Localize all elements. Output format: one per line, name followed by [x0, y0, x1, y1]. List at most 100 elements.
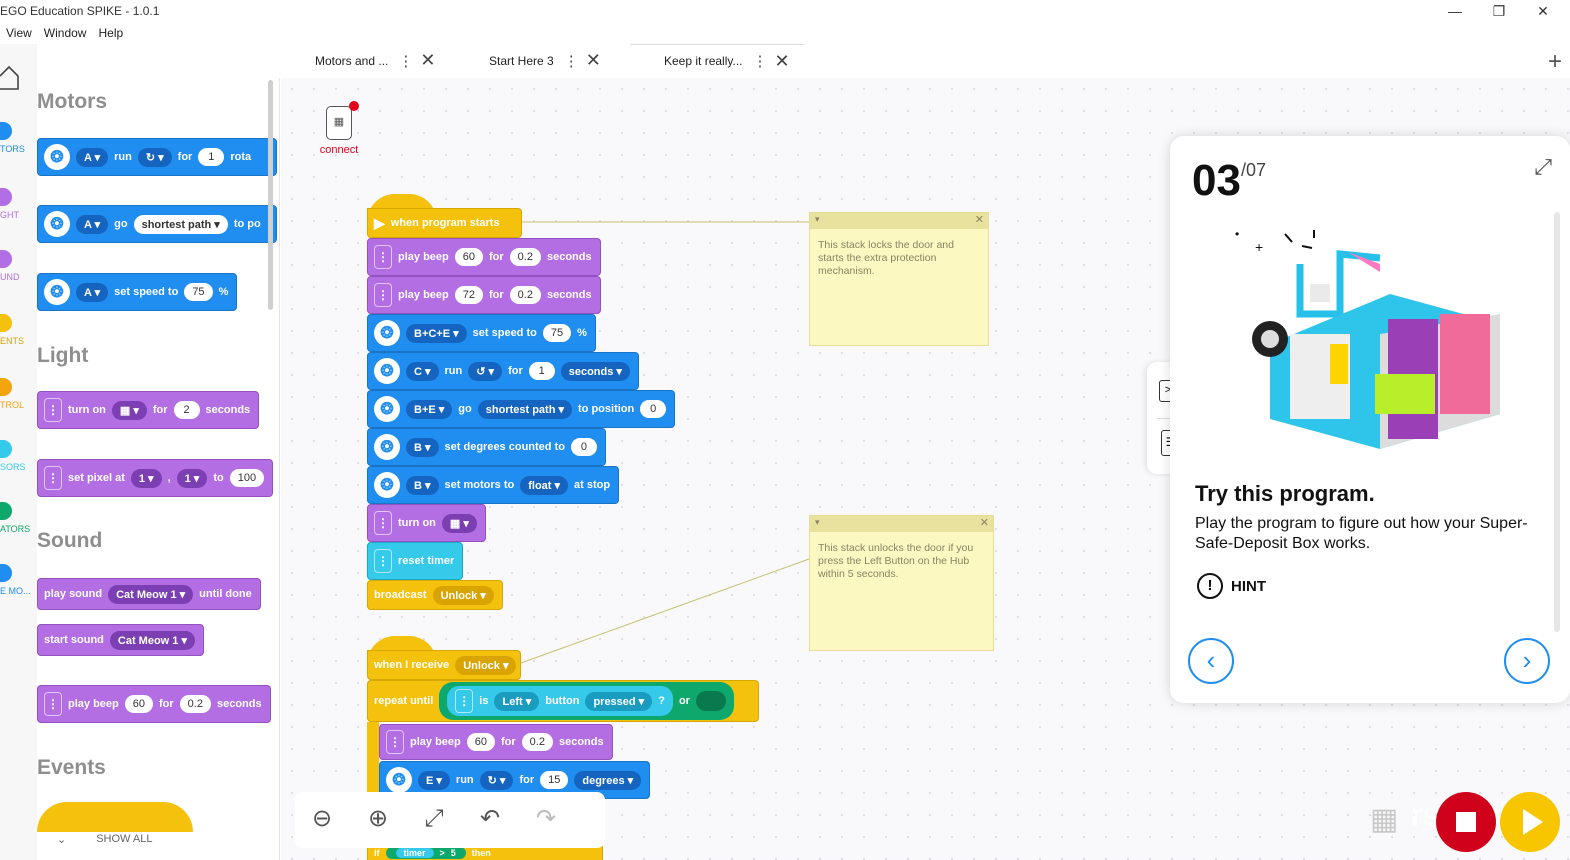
- hint-button[interactable]: ! HINT: [1197, 573, 1266, 599]
- category-sensors[interactable]: SORS: [0, 440, 37, 472]
- more-icon[interactable]: ⋮: [564, 52, 579, 70]
- sound-dropdown[interactable]: Cat Meow 1 ▾: [108, 584, 194, 604]
- button-pressed-sensor[interactable]: ⋮ is Left ▾ button pressed ▾ ?: [447, 686, 673, 716]
- value-input[interactable]: 75: [542, 324, 572, 342]
- category-light[interactable]: GHT: [0, 188, 37, 220]
- value-input[interactable]: 0: [640, 400, 667, 418]
- palette-block-start-sound[interactable]: start sound Cat Meow 1 ▾: [37, 624, 204, 656]
- path-dropdown[interactable]: shortest path ▾: [477, 399, 573, 419]
- tab-start-here[interactable]: Start Here 3 ⋮ ✕: [489, 44, 604, 77]
- port-dropdown[interactable]: A ▾: [76, 282, 109, 302]
- state-dropdown[interactable]: pressed ▾: [585, 691, 653, 711]
- previous-page-button[interactable]: ‹: [1188, 638, 1234, 684]
- palette-block-set-pixel[interactable]: ⋮ set pixel at 1 ▾ , 1 ▾ to 100: [37, 459, 274, 497]
- comment-note[interactable]: ▾ ✕ This stack unlocks the door if you pr…: [809, 515, 994, 651]
- value-input[interactable]: 100: [229, 469, 265, 487]
- category-more-motors[interactable]: E MO...: [0, 564, 37, 596]
- redo-icon[interactable]: ↷: [529, 803, 563, 837]
- tab-keep-it-really[interactable]: Keep it really... ⋮ ✕: [630, 44, 804, 77]
- restore-button[interactable]: ❐: [1476, 0, 1522, 24]
- value-input[interactable]: 0.2: [509, 286, 541, 304]
- button-dropdown[interactable]: Left ▾: [494, 691, 540, 711]
- block-play-beep[interactable]: ⋮ play beep 60 for 0.2 seconds: [367, 238, 601, 276]
- message-dropdown[interactable]: Unlock ▾: [455, 655, 517, 675]
- greater-than-operator[interactable]: timer > 5: [385, 847, 466, 859]
- note-header[interactable]: ▾ ✕: [810, 516, 993, 532]
- value-input[interactable]: 60: [466, 733, 495, 751]
- value-input[interactable]: 15: [540, 771, 569, 789]
- hat-when-program-starts[interactable]: ▶ when program starts: [367, 208, 522, 238]
- port-dropdown[interactable]: E ▾: [418, 770, 450, 790]
- value-dropdown[interactable]: 1 ▾: [176, 468, 208, 488]
- hat-when-i-receive[interactable]: when I receive Unlock ▾: [367, 650, 521, 680]
- comment-note[interactable]: ▾ ✕ This stack locks the door and starts …: [809, 212, 989, 346]
- value-input[interactable]: 1: [528, 362, 555, 380]
- fit-screen-icon[interactable]: ⤢: [417, 803, 451, 837]
- sound-dropdown[interactable]: Cat Meow 1 ▾: [109, 630, 195, 650]
- block-motor-run[interactable]: ❂ C ▾ run ↺ ▾ for 1 seconds ▾: [367, 352, 639, 390]
- empty-condition-slot[interactable]: [695, 691, 726, 711]
- category-sound[interactable]: UND: [0, 250, 37, 282]
- port-dropdown[interactable]: C ▾: [406, 361, 439, 381]
- note-header[interactable]: ▾ ✕: [810, 213, 988, 229]
- more-icon[interactable]: ⋮: [752, 52, 767, 70]
- direction-icon[interactable]: ↻ ▾: [137, 147, 172, 167]
- tab-motors[interactable]: Motors and ... ⋮ ✕: [315, 44, 438, 77]
- value-input[interactable]: 72: [454, 286, 483, 304]
- minimize-button[interactable]: —: [1432, 0, 1478, 24]
- block-reset-timer[interactable]: ⋮ reset timer: [367, 542, 464, 580]
- matrix-dropdown-icon[interactable]: ▦ ▾: [441, 513, 477, 533]
- stop-button[interactable]: [1436, 792, 1496, 852]
- value-input[interactable]: 0: [570, 438, 597, 456]
- zoom-out-icon[interactable]: ⊖: [305, 803, 339, 837]
- category-motors[interactable]: TORS: [0, 122, 37, 154]
- menu-help[interactable]: Help: [98, 24, 123, 44]
- block-light-on[interactable]: ⋮ turn on ▦ ▾: [367, 504, 486, 542]
- matrix-dropdown-icon[interactable]: ▦ ▾: [111, 400, 147, 420]
- block-play-beep[interactable]: ⋮ play beep 60 for 0.2 seconds: [379, 724, 613, 760]
- direction-icon[interactable]: ↻ ▾: [479, 770, 514, 790]
- path-dropdown[interactable]: shortest path ▾: [133, 214, 228, 234]
- close-note-icon[interactable]: ✕: [980, 517, 989, 530]
- palette-block-play-beep[interactable]: ⋮ play beep 60 for 0.2 seconds: [37, 685, 271, 723]
- collapse-icon[interactable]: ▾: [815, 213, 820, 226]
- run-button[interactable]: [1500, 792, 1560, 852]
- value-input[interactable]: 0.2: [509, 248, 541, 266]
- block-set-stop-mode[interactable]: ❂ B ▾ set motors to float ▾ at stop: [367, 466, 620, 504]
- or-operator[interactable]: ⋮ is Left ▾ button pressed ▾ ? or: [439, 682, 734, 720]
- value-input[interactable]: 1: [198, 148, 225, 166]
- unit-dropdown[interactable]: seconds ▾: [560, 361, 630, 381]
- value-input[interactable]: 0.2: [179, 695, 211, 713]
- close-tab-icon[interactable]: ✕: [586, 50, 604, 71]
- palette-block-play-sound[interactable]: play sound Cat Meow 1 ▾ until done: [37, 578, 261, 610]
- menu-window[interactable]: Window: [44, 24, 87, 44]
- close-note-icon[interactable]: ✕: [975, 214, 984, 227]
- block-play-beep[interactable]: ⋮ play beep 72 for 0.2 seconds: [367, 276, 601, 314]
- block-motor-go[interactable]: ❂ B+E ▾ go shortest path ▾ to position 0: [367, 390, 676, 428]
- close-window-button[interactable]: ✕: [1520, 0, 1566, 24]
- palette-block-motor-speed[interactable]: ❂ A ▾ set speed to 75 %: [37, 273, 238, 311]
- menu-view[interactable]: View: [6, 24, 32, 44]
- block-repeat-until[interactable]: repeat until ⋮ is Left ▾ button pressed …: [367, 680, 759, 722]
- zoom-in-icon[interactable]: ⊕: [361, 803, 395, 837]
- port-dropdown[interactable]: A ▾: [76, 147, 109, 167]
- category-events[interactable]: ENTS: [0, 314, 37, 346]
- block-set-degrees[interactable]: ❂ B ▾ set degrees counted to 0: [367, 428, 606, 466]
- palette-block-motor-run[interactable]: ❂ A ▾ run ↻ ▾ for 1 rota: [37, 138, 277, 176]
- category-operators[interactable]: ATORS: [0, 502, 37, 534]
- port-dropdown[interactable]: A ▾: [76, 214, 109, 234]
- panel-scrollbar[interactable]: [1554, 212, 1560, 632]
- close-tab-icon[interactable]: ✕: [420, 50, 438, 71]
- direction-icon[interactable]: ↺ ▾: [468, 361, 503, 381]
- block-set-speed[interactable]: ❂ B+C+E ▾ set speed to 75 %: [367, 314, 596, 352]
- next-page-button[interactable]: ›: [1504, 638, 1550, 684]
- message-dropdown[interactable]: Unlock ▾: [432, 585, 494, 605]
- new-tab-plus-icon[interactable]: +: [1548, 48, 1562, 76]
- port-dropdown[interactable]: B ▾: [406, 437, 439, 457]
- value-input[interactable]: 2: [173, 401, 200, 419]
- undo-icon[interactable]: ↶: [473, 803, 507, 837]
- close-tab-icon[interactable]: ✕: [774, 51, 792, 72]
- value-input[interactable]: 60: [124, 695, 153, 713]
- stop-mode-dropdown[interactable]: float ▾: [520, 475, 569, 495]
- collapse-icon[interactable]: ▾: [815, 516, 820, 529]
